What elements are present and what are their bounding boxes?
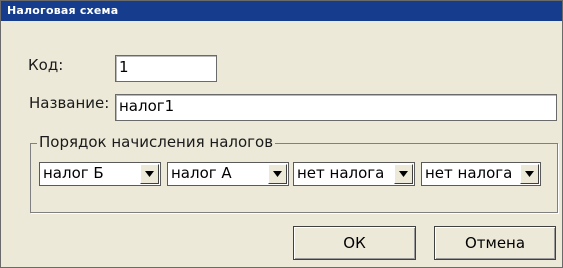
ok-button[interactable]: ОК: [293, 226, 416, 260]
code-input[interactable]: 1: [115, 55, 217, 82]
name-label: Название:: [29, 94, 110, 112]
tax-order-select-2-value: налог А: [171, 164, 232, 182]
chevron-down-icon[interactable]: [520, 164, 539, 184]
chevron-down-icon[interactable]: [268, 164, 287, 184]
name-input[interactable]: налог1: [115, 94, 557, 121]
tax-order-select-1-value: налог Б: [43, 164, 104, 182]
chevron-down-icon[interactable]: [140, 164, 159, 184]
tax-order-select-4[interactable]: нет налога: [421, 162, 541, 186]
tax-scheme-dialog: Налоговая схема Код: 1 Название: налог1 …: [0, 0, 563, 268]
tax-order-select-3-value: нет налога: [297, 164, 385, 182]
tax-order-select-4-value: нет налога: [425, 164, 513, 182]
dialog-title: Налоговая схема: [1, 1, 562, 21]
tax-order-select-1[interactable]: налог Б: [39, 162, 161, 186]
tax-order-select-2[interactable]: налог А: [167, 162, 289, 186]
cancel-button[interactable]: Отмена: [434, 226, 556, 260]
chevron-down-icon[interactable]: [394, 164, 413, 184]
tax-order-legend: Порядок начисления налогов: [37, 133, 276, 151]
code-label: Код:: [28, 56, 64, 74]
tax-order-select-3[interactable]: нет налога: [293, 162, 415, 186]
